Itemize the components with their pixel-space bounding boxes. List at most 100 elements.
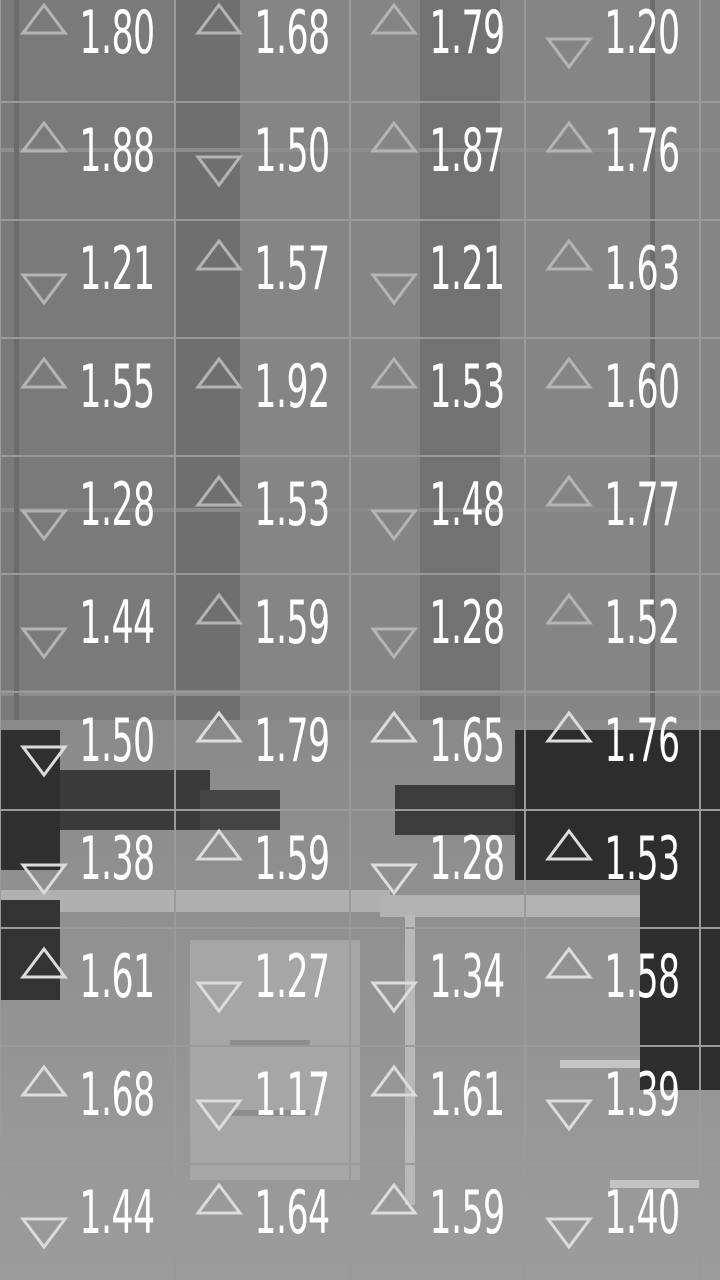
triangle-up-icon <box>545 474 593 507</box>
ticker-cell: 1.76 <box>525 692 700 810</box>
ticker-cell: 1.20 <box>525 0 700 102</box>
ticker-value: 1.40 <box>604 1178 681 1248</box>
ticker-value: 1.27 <box>254 942 331 1012</box>
ticker-value: 1.79 <box>254 706 331 776</box>
ticker-cell: 1.44 <box>0 1164 175 1280</box>
ticker-value: 1.21 <box>429 234 506 304</box>
ticker-value: 1.44 <box>79 1178 156 1248</box>
ticker-cell: 1.52 <box>525 574 700 692</box>
ticker-value: 1.63 <box>604 234 681 304</box>
ticker-value: 1.76 <box>604 706 681 776</box>
triangle-up-icon <box>195 2 243 35</box>
ticker-value: 1.39 <box>604 1060 681 1130</box>
ticker-cell: 1.50 <box>175 102 350 220</box>
ticker-value: 1.50 <box>79 706 156 776</box>
ticker-value: 1.53 <box>254 470 331 540</box>
ticker-value: 1.20 <box>604 0 681 68</box>
ticker-cell: 1.39 <box>525 1046 700 1164</box>
ticker-cell: 1.59 <box>175 574 350 692</box>
ticker-value: 1.68 <box>79 1060 156 1130</box>
ticker-cell: 1.28 <box>350 574 525 692</box>
triangle-down-icon <box>545 37 593 70</box>
ticker-value: 1.59 <box>429 1178 506 1248</box>
ticker-value: 1.59 <box>254 824 331 894</box>
ticker-cell: 1.68 <box>175 0 350 102</box>
triangle-up-icon <box>195 356 243 389</box>
triangle-up-icon <box>195 710 243 743</box>
triangle-up-icon <box>545 710 593 743</box>
ticker-value: 1.61 <box>429 1060 506 1130</box>
ticker-value: 1.53 <box>604 824 681 894</box>
ticker-cell: 1.79 <box>175 692 350 810</box>
ticker-value: 1.87 <box>429 116 506 186</box>
ticker-cell: 1.53 <box>525 810 700 928</box>
triangle-up-icon <box>370 120 418 153</box>
triangle-up-icon <box>370 1064 418 1097</box>
ticker-cell: 1.76 <box>525 102 700 220</box>
ticker-cell: 1.48 <box>350 456 525 574</box>
triangle-up-icon <box>370 1182 418 1215</box>
ticker-value: 1.28 <box>429 824 506 894</box>
ticker-value: 1.34 <box>429 942 506 1012</box>
ticker-cell: 1.57 <box>175 220 350 338</box>
triangle-down-icon <box>545 1099 593 1132</box>
ticker-cell: 1.68 <box>0 1046 175 1164</box>
ticker-value: 1.77 <box>604 470 681 540</box>
ticker-cell: 1.63 <box>525 220 700 338</box>
triangle-up-icon <box>20 356 68 389</box>
triangle-up-icon <box>195 592 243 625</box>
ticker-value: 1.28 <box>429 588 506 658</box>
triangle-down-icon <box>370 627 418 660</box>
ticker-cell: 1.59 <box>350 1164 525 1280</box>
ticker-cell: 1.87 <box>350 102 525 220</box>
ticker-value: 1.21 <box>79 234 156 304</box>
ticker-cell: 1.77 <box>525 456 700 574</box>
triangle-down-icon <box>20 627 68 660</box>
triangle-down-icon <box>545 1217 593 1250</box>
triangle-down-icon <box>195 155 243 188</box>
triangle-down-icon <box>20 273 68 306</box>
ticker-value: 1.60 <box>604 352 681 422</box>
ticker-cell: 1.53 <box>175 456 350 574</box>
triangle-up-icon <box>370 710 418 743</box>
ticker-cell: 1.27 <box>175 928 350 1046</box>
ticker-cell: 1.60 <box>525 338 700 456</box>
ticker-cell: 1.50 <box>0 692 175 810</box>
ticker-value: 1.57 <box>254 234 331 304</box>
triangle-up-icon <box>20 1064 68 1097</box>
triangle-down-icon <box>20 863 68 896</box>
ticker-value: 1.68 <box>254 0 331 68</box>
triangle-down-icon <box>20 745 68 778</box>
triangle-up-icon <box>20 2 68 35</box>
ticker-cell: 1.40 <box>525 1164 700 1280</box>
ticker-value: 1.17 <box>254 1060 331 1130</box>
ticker-cell: 1.38 <box>0 810 175 928</box>
ticker-cell: 1.80 <box>0 0 175 102</box>
triangle-up-icon <box>545 238 593 271</box>
ticker-cell: 1.59 <box>175 810 350 928</box>
triangle-down-icon <box>370 863 418 896</box>
ticker-value: 1.55 <box>79 352 156 422</box>
ticker-value: 1.28 <box>79 470 156 540</box>
triangle-up-icon <box>195 238 243 271</box>
triangle-up-icon <box>545 592 593 625</box>
triangle-down-icon <box>370 981 418 1014</box>
ticker-cell: 1.92 <box>175 338 350 456</box>
triangle-up-icon <box>545 946 593 979</box>
ticker-cell: 1.65 <box>350 692 525 810</box>
triangle-up-icon <box>545 828 593 861</box>
ticker-value: 1.52 <box>604 588 681 658</box>
triangle-down-icon <box>195 1099 243 1132</box>
triangle-up-icon <box>370 2 418 35</box>
ticker-value: 1.76 <box>604 116 681 186</box>
ticker-overlay-scene: 1.80 1.68 1.79 1.20 1.88 1.50 1.87 1.76 1.21 1.57… <box>0 0 720 1280</box>
ticker-cell: 1.53 <box>350 338 525 456</box>
triangle-up-icon <box>545 120 593 153</box>
ticker-value: 1.53 <box>429 352 506 422</box>
triangle-down-icon <box>370 509 418 542</box>
ticker-cell: 1.79 <box>350 0 525 102</box>
triangle-up-icon <box>545 356 593 389</box>
triangle-up-icon <box>370 356 418 389</box>
triangle-down-icon <box>20 509 68 542</box>
triangle-up-icon <box>195 828 243 861</box>
